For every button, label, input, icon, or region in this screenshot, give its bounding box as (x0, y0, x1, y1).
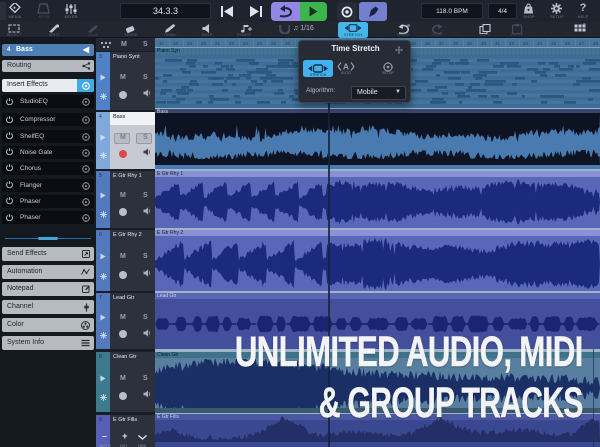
svg-text:A: A (343, 62, 349, 71)
